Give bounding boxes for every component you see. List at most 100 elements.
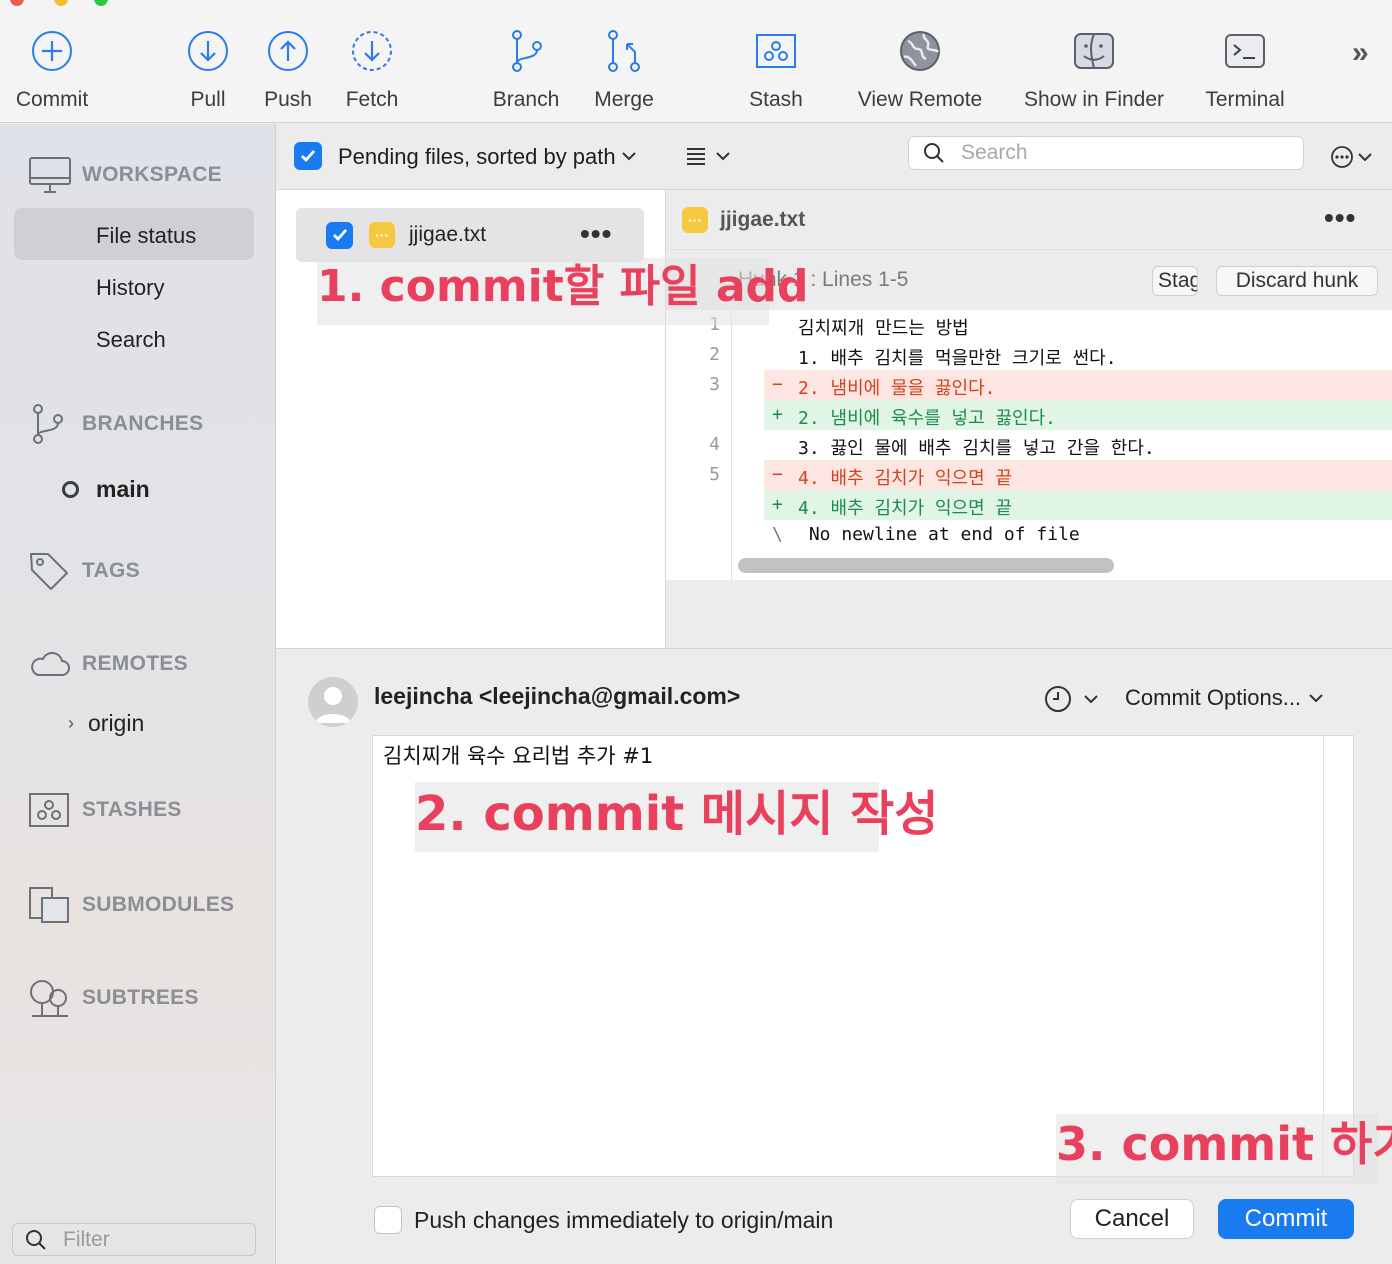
view-mode-dropdown[interactable] [686,146,730,166]
chevron-down-icon [716,152,730,161]
sidebar-item-history[interactable]: History [96,275,164,301]
plus-circle-icon [32,31,72,71]
checkmark-icon [332,229,347,242]
diff-line: 3 −2. 냄비에 물을 끓인다. [666,370,1392,400]
tags-section[interactable]: TAGS [28,550,140,592]
subtrees-icon [30,980,68,1017]
sidebar: WORKSPACE File status History Search BRA… [0,124,276,1264]
finder-icon [1074,33,1114,69]
line-number: 3 [709,374,720,395]
submodules-section[interactable]: SUBMODULES [28,886,234,924]
remotes-section[interactable]: REMOTES [28,650,188,678]
cancel-button[interactable]: Cancel [1070,1199,1194,1239]
checkmark-icon [301,150,316,163]
close-window-button[interactable] [10,0,24,6]
diff-sign: − [772,374,783,395]
merge-toolbar-button[interactable]: Merge [588,26,660,118]
minimize-window-button[interactable] [54,0,68,6]
file-actions-button[interactable]: ••• [580,218,612,250]
arrow-up-circle-icon [268,31,308,71]
current-branch-icon [62,481,79,498]
line-number: 5 [709,464,720,485]
sidebar-item-search[interactable]: Search [96,327,166,353]
diff-header: ··· jjigae.txt ••• [666,190,1392,250]
diff-line-text: No newline at end of file [798,524,1080,545]
commit-options-dropdown[interactable]: Commit Options... [1125,685,1323,711]
stash-icon [29,793,69,827]
message-scroll-gutter [1323,736,1353,1176]
submodules-icon [29,887,69,923]
diff-line: +4. 배추 김치가 익으면 끝 [666,490,1392,520]
diff-sign: \ [772,524,783,545]
commit-button[interactable]: Commit [1218,1199,1354,1239]
branch-icon [512,30,542,72]
file-name: jjigae.txt [409,223,487,246]
tag-icon [30,553,68,590]
sidebar-filter-input[interactable]: Filter [12,1223,256,1256]
diff-line: +2. 냄비에 육수를 넣고 끓인다. [666,400,1392,430]
diff-sign: + [772,494,783,515]
more-toolbar-items-button[interactable]: » [1352,36,1369,70]
chevron-down-icon [1309,694,1323,703]
commit-author[interactable]: leejincha <leejincha@gmail.com> [374,683,740,710]
chevron-right-icon: › [68,713,74,733]
chevron-down-icon [1084,695,1098,704]
diff-line: 4 3. 끓인 물에 배추 김치를 넣고 간을 한다. [666,430,1392,460]
commit-toolbar-button[interactable]: Commit [12,26,92,118]
diff-content: 1김치찌개 만드는 방법21. 배추 김치를 먹을만한 크기로 썬다.3−2. … [666,310,1392,580]
clock-icon [1045,686,1071,712]
chevron-down-icon [621,148,636,166]
monitor-icon [29,157,71,193]
line-number: 2 [709,344,720,365]
search-icon [924,143,944,163]
merge-icon [608,30,640,72]
file-checkbox[interactable] [326,221,353,249]
fetch-icon [352,31,392,71]
diff-line-text: 2. 냄비에 물을 끓인다. [798,378,996,399]
search-input[interactable]: Search [908,136,1304,170]
annotation-step2: 2. commit 메시지 작성 [415,782,938,852]
arrow-down-circle-icon [188,31,228,71]
sort-dropdown[interactable]: Pending files, sorted by path [338,144,636,170]
line-number: 4 [709,434,720,455]
diff-line-text: 4. 배추 김치가 익으면 끝 [798,498,1013,519]
sidebar-item-branch-main[interactable]: main [62,476,150,503]
ellipsis-circle-icon [1331,146,1353,168]
diff-line-text: 김치찌개 만드는 방법 [798,318,969,339]
list-icon [687,148,705,165]
chevron-down-icon [1358,153,1372,162]
show-in-finder-toolbar-button[interactable]: Show in Finder [1016,26,1172,118]
push-immediately-checkbox[interactable]: Push changes immediately to origin/main [374,1206,833,1234]
sidebar-item-remote-origin[interactable]: › origin [68,710,144,737]
annotation-step1: 1. commit할 파일 add [317,258,809,325]
branch-toolbar-button[interactable]: Branch [486,26,566,118]
view-remote-toolbar-button[interactable]: View Remote [852,26,988,118]
diff-line-text: 3. 끓인 물에 배추 김치를 넣고 간을 한다. [798,438,1155,459]
annotation-step3: 3. commit 하기 [1056,1114,1392,1184]
history-dropdown[interactable] [1044,685,1098,713]
branches-section[interactable]: BRANCHES [28,402,203,446]
cloud-icon [31,651,70,676]
stash-toolbar-button[interactable]: Stash [744,26,808,118]
pull-toolbar-button[interactable]: Pull [180,26,236,118]
fetch-toolbar-button[interactable]: Fetch [340,26,404,118]
more-options-dropdown[interactable] [1330,145,1372,169]
diff-actions-button[interactable]: ••• [1324,202,1356,234]
subtrees-section[interactable]: SUBTREES [28,978,199,1018]
stage-hunk-button[interactable]: Stage hunk [1152,266,1198,296]
diff-sign: + [772,404,783,425]
avatar [308,677,358,727]
modified-file-icon: ··· [682,206,708,233]
horizontal-scrollbar[interactable] [738,558,1114,573]
stashes-section[interactable]: STASHES [28,792,182,828]
push-toolbar-button[interactable]: Push [258,26,318,118]
list-item[interactable]: ··· jjigae.txt ••• [296,208,644,262]
terminal-icon [1225,34,1265,68]
diff-line: 1김치찌개 만드는 방법 [666,310,1392,340]
zoom-window-button[interactable] [94,0,108,6]
select-all-checkbox[interactable] [294,142,322,170]
toolbar: Commit Pull Push Fetch Branch Merge Stas… [0,0,1392,123]
sidebar-item-file-status[interactable]: File status [96,223,196,249]
terminal-toolbar-button[interactable]: Terminal [1200,26,1290,118]
discard-hunk-button[interactable]: Discard hunk [1216,266,1378,296]
